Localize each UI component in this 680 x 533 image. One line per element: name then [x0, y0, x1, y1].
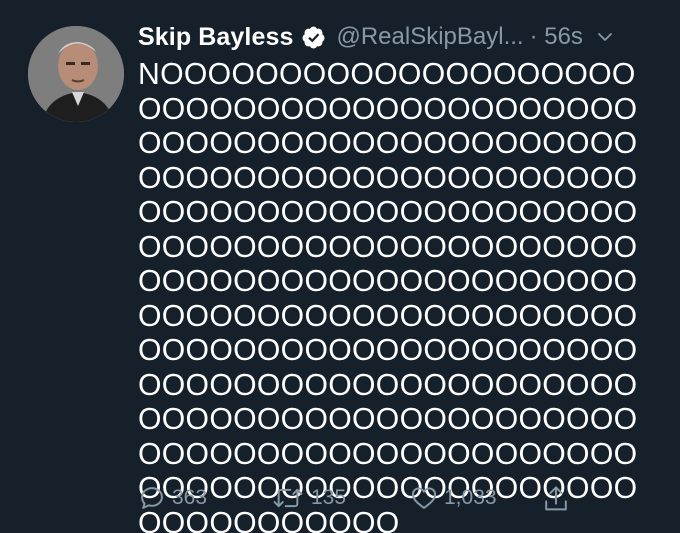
- share-button[interactable]: [542, 484, 576, 514]
- share-icon: [545, 486, 567, 511]
- retweet-icon: [273, 488, 303, 508]
- reply-count: 363: [172, 486, 208, 509]
- like-count: 1,033: [444, 486, 497, 509]
- retweet-count: 135: [311, 486, 347, 509]
- tweet-timestamp[interactable]: · 56s: [530, 23, 583, 51]
- retweet-button[interactable]: 135: [271, 484, 346, 512]
- tweet-header: Skip Bayless @RealSkipBayl... · 56s: [138, 22, 658, 52]
- tweet-card[interactable]: Skip Bayless @RealSkipBayl... · 56s NOOO…: [0, 0, 680, 533]
- heart-icon: [411, 487, 437, 509]
- verified-badge-icon: [301, 25, 326, 50]
- like-button[interactable]: 1,033: [410, 484, 497, 512]
- avatar-photo: [28, 26, 124, 122]
- author-handle[interactable]: @RealSkipBayl...: [336, 23, 523, 51]
- tweet-actions: 363 135 1,033: [138, 484, 638, 518]
- reply-icon: [141, 487, 163, 509]
- author-name[interactable]: Skip Bayless: [138, 23, 293, 52]
- avatar[interactable]: [28, 26, 124, 122]
- chevron-down-icon[interactable]: [597, 29, 613, 45]
- reply-button[interactable]: 363: [138, 484, 207, 512]
- tweet-text: NOOOOOOOOOOOOOOOOOOOOOOOOOOOOOOOOOOOOOOO…: [138, 58, 638, 533]
